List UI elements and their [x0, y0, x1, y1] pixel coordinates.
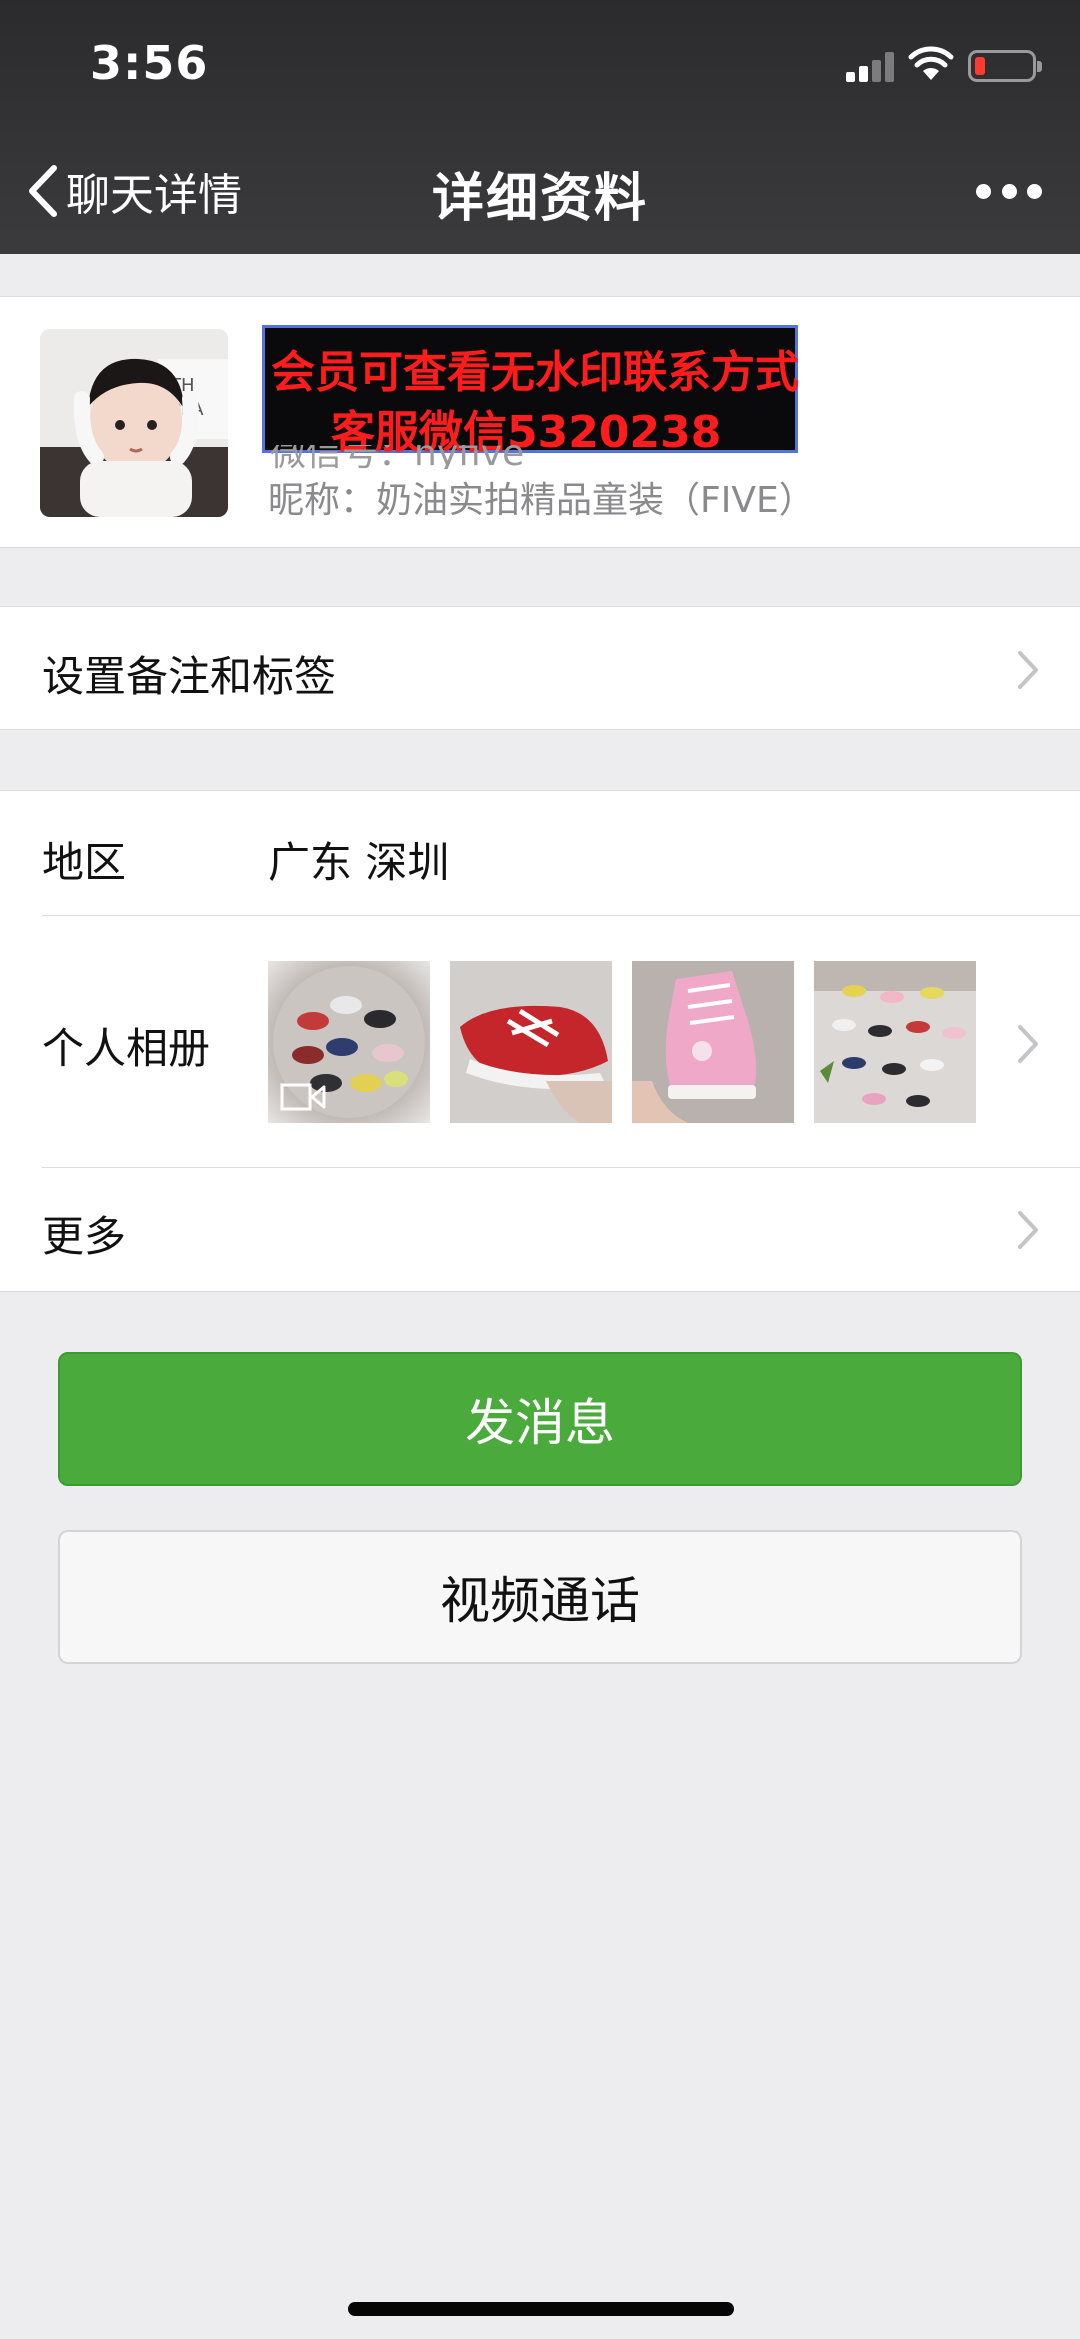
region-label: 地区	[42, 838, 127, 887]
home-indicator[interactable]	[348, 2302, 734, 2316]
battery-icon	[968, 50, 1042, 82]
album-label: 个人相册	[42, 1024, 211, 1073]
watermark-overlay: 会员可查看无水印联系方式 客服微信5320238	[262, 325, 799, 458]
status-time: 3:56	[90, 36, 209, 90]
remark-label: 设置备注和标签	[42, 652, 337, 701]
wechat-id: 微信号：hyfive	[270, 445, 525, 469]
album-thumbnail[interactable]	[450, 961, 612, 1123]
battery-level	[975, 57, 985, 75]
chevron-right-icon	[1018, 1211, 1038, 1249]
album-thumbnail[interactable]	[814, 961, 976, 1123]
wifi-icon	[908, 46, 954, 80]
chevron-right-icon	[1018, 1025, 1038, 1063]
divider	[42, 1167, 1080, 1168]
chevron-right-icon	[1018, 651, 1038, 689]
album-thumbnails[interactable]	[268, 961, 976, 1123]
info-group: 地区 广东 深圳 个人相册 更多	[0, 790, 1080, 1292]
cellular-signal-icon	[846, 52, 896, 82]
more-label: 更多	[42, 1212, 127, 1261]
more-dots-icon[interactable]	[976, 176, 1042, 206]
region-value: 广东 深圳	[268, 838, 450, 887]
profile-card: TH PLA 会员可查看无水印联系方式 客服微信5320238 微信号：hyfi…	[0, 296, 1080, 548]
send-message-button[interactable]: 发消息	[58, 1352, 1022, 1486]
video-play-icon	[280, 1083, 326, 1111]
top-bar: 3:56 聊天详情 详细资料	[0, 0, 1080, 254]
album-thumbnail[interactable]	[632, 961, 794, 1123]
avatar[interactable]: TH PLA	[40, 329, 228, 517]
watermark-line-1: 会员可查看无水印联系方式	[271, 347, 799, 398]
set-remark-and-tags-row[interactable]: 设置备注和标签	[0, 606, 1080, 730]
page-title: 详细资料	[431, 169, 648, 229]
divider	[42, 915, 1080, 916]
video-call-button[interactable]: 视频通话	[58, 1530, 1022, 1664]
nickname: 昵称：奶油实拍精品童装（FIVE）	[268, 480, 815, 521]
album-thumbnail[interactable]	[268, 961, 430, 1123]
